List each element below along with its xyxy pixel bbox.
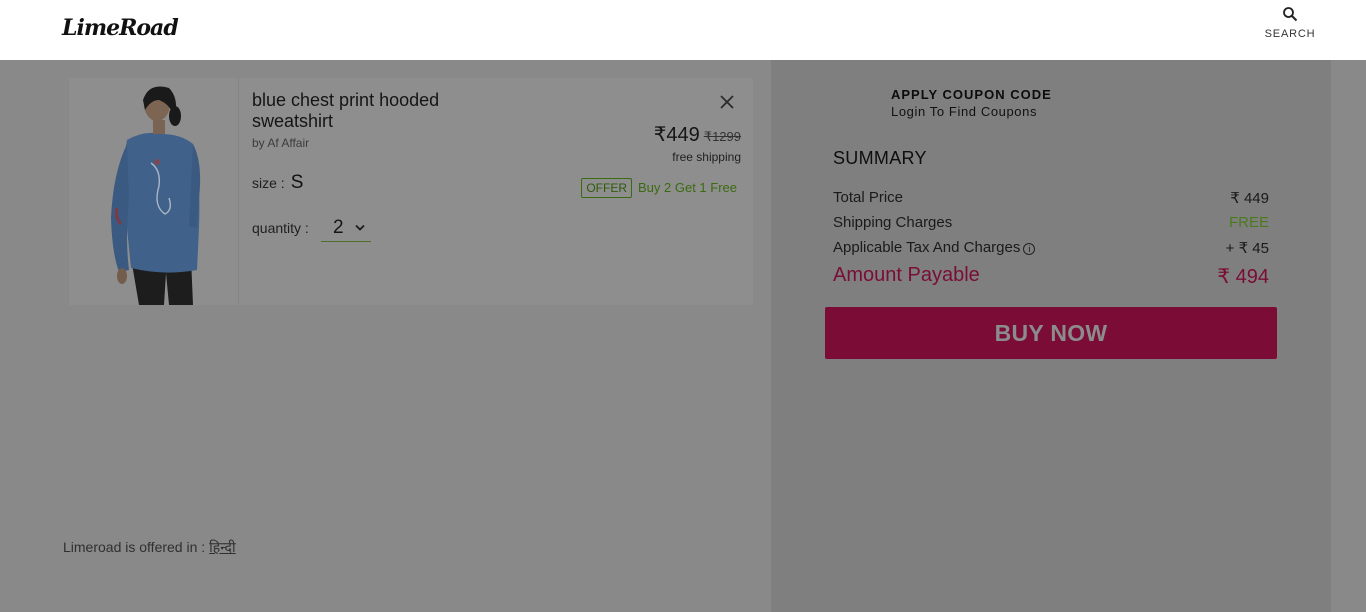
total-price-value: ₹ 449 [1230, 190, 1269, 207]
buy-now-label: BUY NOW [994, 320, 1108, 346]
product-image[interactable] [69, 78, 239, 305]
original-price: ₹1299 [703, 129, 741, 144]
info-icon[interactable]: i [1023, 243, 1036, 255]
quantity-select[interactable]: 2 [321, 216, 371, 242]
price-block: ₹449 ₹1299 [654, 122, 741, 147]
summary-title: SUMMARY [833, 148, 927, 168]
shipping-note: free shipping [672, 150, 741, 164]
apply-coupon-link[interactable]: APPLY COUPON CODE [891, 87, 1052, 102]
product-name[interactable]: blue chest print hooded sweatshirt [252, 90, 482, 132]
product-brand[interactable]: by Af Affair [252, 136, 309, 150]
close-icon [720, 95, 734, 109]
shipping-row: Shipping Charges FREE [833, 214, 1269, 231]
language-note: Limeroad is offered in : हिन्दी [63, 538, 236, 557]
chevron-down-icon [355, 224, 365, 231]
size-value: S [290, 172, 304, 193]
search-icon [1283, 7, 1298, 22]
quantity-row: quantity : 2 [252, 217, 371, 242]
limeroad-logo[interactable]: LimeRoad [62, 15, 179, 41]
amount-payable-row: Amount Payable ₹ 494 [833, 264, 1269, 288]
shipping-value: FREE [1228, 214, 1269, 231]
total-price-row: Total Price ₹ 449 [833, 189, 1269, 207]
quantity-value: 2 [333, 217, 344, 238]
offer-row: OFFER Buy 2 Get 1 Free [581, 178, 737, 198]
top-header: LimeRoad SEARCH [0, 0, 1366, 60]
offer-badge: OFFER [581, 178, 632, 198]
page-gutter [1331, 60, 1366, 612]
remove-item-button[interactable] [717, 92, 737, 112]
total-price-label: Total Price [833, 189, 904, 206]
search-label: SEARCH [1264, 28, 1316, 40]
offer-text[interactable]: Buy 2 Get 1 Free [638, 180, 737, 195]
tax-label: Applicable Tax And Charges [833, 239, 1021, 256]
order-summary-panel: APPLY COUPON CODE Login To Find Coupons … [771, 60, 1331, 612]
size-label: size : [252, 175, 285, 191]
shipping-label: Shipping Charges [833, 214, 953, 231]
size-row: size : S [252, 172, 303, 194]
tax-value: + ₹ 45 [1225, 240, 1269, 257]
search-button[interactable]: SEARCH [1262, 5, 1318, 45]
amount-payable-label: Amount Payable [833, 264, 980, 286]
language-text: Limeroad is offered in : [63, 539, 206, 555]
product-photo-figure [69, 78, 238, 305]
hindi-link[interactable]: हिन्दी [209, 539, 235, 555]
tax-row: Applicable Tax And Charges i + ₹ 45 [833, 239, 1269, 257]
selling-price: ₹449 [653, 124, 700, 146]
buy-now-button[interactable]: BUY NOW [825, 307, 1277, 359]
amount-payable-value: ₹ 494 [1217, 266, 1269, 288]
coupon-subtext[interactable]: Login To Find Coupons [891, 104, 1037, 119]
quantity-label: quantity : [252, 220, 309, 236]
cart-item-card: blue chest print hooded sweatshirt by Af… [69, 78, 753, 305]
